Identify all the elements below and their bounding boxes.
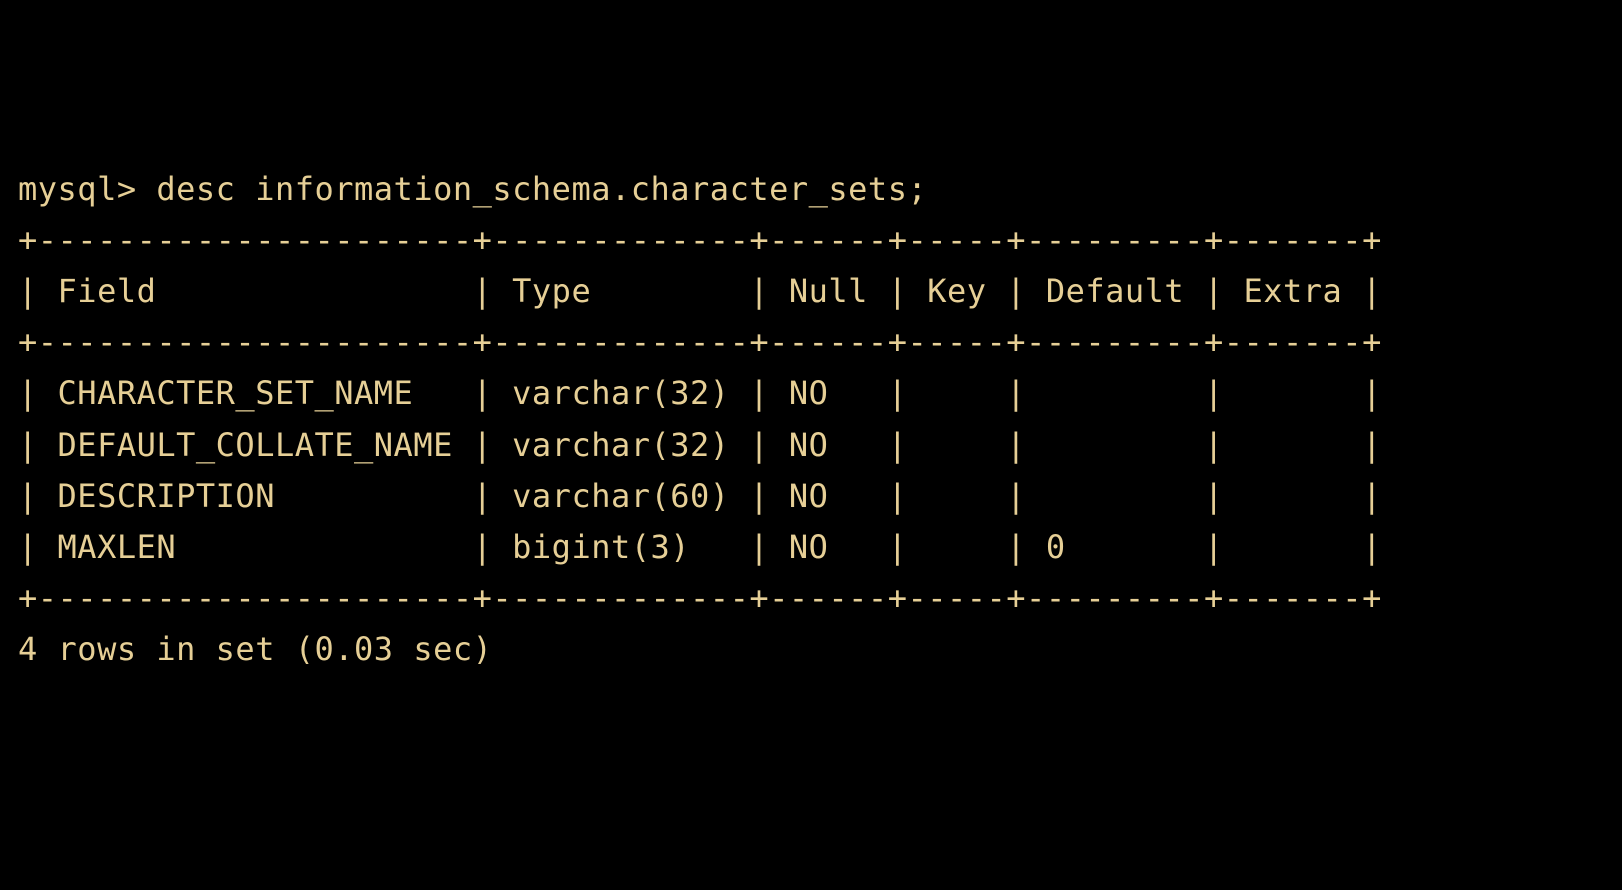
table-data-rows: | CHARACTER_SET_NAME | varchar(32) | NO … (18, 374, 1382, 566)
mysql-prompt: mysql> (18, 170, 156, 208)
table-border-mid: +----------------------+-------------+--… (18, 323, 1382, 361)
table-header-row: | Field | Type | Null | Key | Default | … (18, 272, 1382, 310)
sql-command: desc information_schema.character_sets; (156, 170, 927, 208)
table-border-top: +----------------------+-------------+--… (18, 221, 1382, 259)
result-status: 4 rows in set (0.03 sec) (18, 630, 492, 668)
table-border-bottom: +----------------------+-------------+--… (18, 579, 1382, 617)
